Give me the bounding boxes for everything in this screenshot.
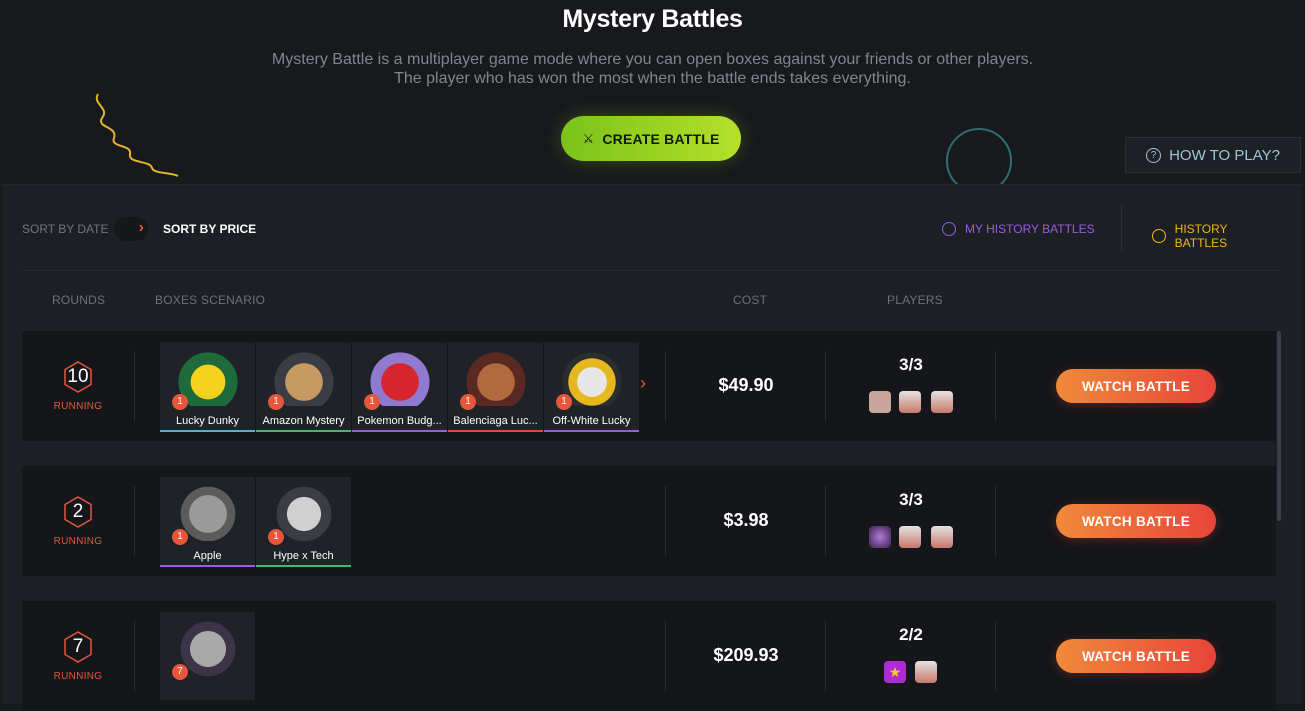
box-card[interactable]: 1 Lucky Dunky bbox=[160, 342, 255, 432]
box-avatar bbox=[899, 526, 921, 548]
divider bbox=[825, 621, 826, 691]
battle-cost: $3.98 bbox=[723, 510, 769, 530]
round-count: 10 bbox=[67, 366, 89, 387]
sort-by-date[interactable]: SORT BY DATE bbox=[22, 222, 108, 236]
box-count-badge: 1 bbox=[460, 394, 476, 410]
watch-battle-button[interactable]: WATCH BATTLE bbox=[1056, 639, 1216, 673]
sort-by-price[interactable]: SORT BY PRICE bbox=[163, 222, 256, 236]
divider bbox=[995, 621, 996, 691]
sort-toggle[interactable]: › bbox=[114, 217, 148, 241]
divider bbox=[134, 621, 135, 691]
my-history-label: MY HISTORY BATTLES bbox=[965, 222, 1095, 236]
divider bbox=[22, 270, 1280, 271]
player-avatars bbox=[867, 526, 967, 548]
watch-battle-button[interactable]: WATCH BATTLE bbox=[1056, 369, 1216, 403]
box-count-badge: 1 bbox=[268, 394, 284, 410]
how-to-play-button[interactable]: ? HOW TO PLAY? bbox=[1125, 137, 1301, 173]
round-badge: 10 bbox=[62, 361, 94, 393]
box-count-badge: 1 bbox=[172, 394, 188, 410]
scrollbar[interactable] bbox=[1277, 331, 1281, 521]
divider bbox=[995, 486, 996, 556]
status-label: RUNNING bbox=[53, 671, 103, 682]
box-card[interactable]: 1 Pokemon Budg... bbox=[352, 342, 447, 432]
box-name: Apple bbox=[193, 550, 222, 562]
divider bbox=[134, 351, 135, 421]
chevron-right-icon[interactable]: › bbox=[640, 373, 646, 394]
box-count-badge: 1 bbox=[556, 394, 572, 410]
box-name: Off-White Lucky bbox=[552, 415, 631, 427]
history-battles-link[interactable]: HISTORY BATTLES bbox=[1152, 222, 1280, 250]
user-avatar bbox=[869, 391, 891, 413]
box-card[interactable]: 1 Off-White Lucky bbox=[544, 342, 639, 432]
subtitle-line-1: Mystery Battle is a multiplayer game mod… bbox=[271, 51, 1034, 68]
column-header-cost: COST bbox=[733, 293, 768, 307]
round-badge: 7 bbox=[62, 631, 94, 663]
clock-history-icon bbox=[1152, 229, 1166, 243]
history-label: HISTORY BATTLES bbox=[1174, 222, 1228, 250]
box-count-badge: 1 bbox=[172, 529, 188, 545]
player-count: 2/2 bbox=[899, 625, 923, 644]
decorative-squiggle bbox=[95, 93, 179, 177]
box-count-badge: 7 bbox=[172, 664, 188, 680]
box-card[interactable]: 1 Amazon Mystery bbox=[256, 342, 351, 432]
battle-row: 10 RUNNING 1 Lucky Dunky 1 Amazon Myster… bbox=[22, 331, 1276, 441]
player-avatars: ★ bbox=[867, 661, 967, 683]
star-icon: ★ bbox=[884, 661, 906, 683]
divider bbox=[134, 486, 135, 556]
subtitle-line-2: The player who has won the most when the… bbox=[394, 70, 911, 87]
column-header-boxes: BOXES SCENARIO bbox=[155, 293, 266, 307]
status-label: RUNNING bbox=[53, 536, 103, 547]
my-history-battles-link[interactable]: MY HISTORY BATTLES bbox=[942, 222, 1095, 236]
divider bbox=[1121, 205, 1122, 251]
box-card[interactable]: 1 Hype x Tech bbox=[256, 477, 351, 567]
chevron-right-icon: › bbox=[138, 219, 144, 236]
divider bbox=[995, 351, 996, 421]
player-count: 3/3 bbox=[899, 490, 923, 509]
battles-panel: SORT BY DATE › SORT BY PRICE MY HISTORY … bbox=[2, 184, 1302, 711]
status-label: RUNNING bbox=[53, 401, 103, 412]
player-count: 3/3 bbox=[899, 355, 923, 374]
create-battle-button[interactable]: ⚔ CREATE BATTLE bbox=[561, 116, 741, 161]
box-name: Pokemon Budg... bbox=[357, 415, 442, 427]
player-avatars bbox=[867, 391, 967, 413]
box-avatar bbox=[931, 526, 953, 548]
battle-cost: $209.93 bbox=[713, 645, 779, 665]
battle-row: 7 RUNNING 7 $209.93 2/2 ★ WATCH BATTLE bbox=[22, 601, 1276, 711]
page-title: Mystery Battles bbox=[562, 5, 743, 33]
watch-battle-button[interactable]: WATCH BATTLE bbox=[1056, 504, 1216, 538]
round-badge: 2 bbox=[62, 496, 94, 528]
battle-row: 2 RUNNING 1 Apple 1 Hype x Tech $3.98 3/… bbox=[22, 466, 1276, 576]
round-count: 2 bbox=[72, 501, 84, 522]
box-card[interactable]: 7 bbox=[160, 612, 255, 702]
battle-cost: $49.90 bbox=[718, 375, 774, 395]
how-to-play-label: HOW TO PLAY? bbox=[1169, 146, 1280, 164]
swords-icon: ⚔ bbox=[582, 130, 595, 146]
round-count: 7 bbox=[72, 636, 84, 657]
column-header-players: PLAYERS bbox=[887, 293, 943, 307]
user-history-icon bbox=[942, 222, 956, 236]
column-header-rounds: ROUNDS bbox=[52, 293, 106, 307]
question-icon: ? bbox=[1146, 147, 1162, 163]
box-count-badge: 1 bbox=[364, 394, 380, 410]
create-battle-label: CREATE BATTLE bbox=[602, 130, 720, 147]
box-avatar bbox=[931, 391, 953, 413]
box-name: Hype x Tech bbox=[273, 550, 334, 562]
divider bbox=[825, 351, 826, 421]
box-name: Lucky Dunky bbox=[176, 415, 239, 427]
page-subtitle: Mystery Battle is a multiplayer game mod… bbox=[0, 50, 1305, 88]
box-avatar bbox=[915, 661, 937, 683]
user-avatar bbox=[869, 526, 891, 548]
hero-section: Mystery Battles Mystery Battle is a mult… bbox=[0, 0, 1305, 194]
box-count-badge: 1 bbox=[268, 529, 284, 545]
box-name: Amazon Mystery bbox=[262, 415, 345, 427]
box-avatar bbox=[899, 391, 921, 413]
box-card[interactable]: 1 Apple bbox=[160, 477, 255, 567]
box-name: Balenciaga Luc... bbox=[453, 415, 538, 427]
sort-bar: SORT BY DATE › SORT BY PRICE MY HISTORY … bbox=[22, 205, 1280, 251]
box-card[interactable]: 1 Balenciaga Luc... bbox=[448, 342, 543, 432]
divider bbox=[825, 486, 826, 556]
